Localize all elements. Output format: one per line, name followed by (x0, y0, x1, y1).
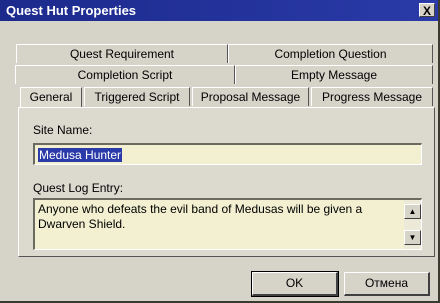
quest-log-text: Anyone who defeats the evil band of Medu… (38, 202, 363, 231)
dialog-window: Quest Hut Properties X Quest Requirement… (0, 0, 440, 303)
close-button[interactable]: X (419, 3, 435, 18)
quest-log-scrollbar[interactable]: ▲ ▼ (404, 200, 421, 249)
site-name-input[interactable]: Medusa Hunter (33, 143, 422, 165)
window-title: Quest Hut Properties (6, 3, 137, 18)
tab-progress-message[interactable]: Progress Message (311, 87, 433, 106)
tab-proposal-message[interactable]: Proposal Message (192, 87, 309, 106)
site-name-value: Medusa Hunter (38, 148, 123, 162)
tab-triggered-script[interactable]: Triggered Script (84, 87, 190, 106)
scroll-up-icon[interactable]: ▲ (404, 204, 421, 219)
general-panel: Site Name: Medusa Hunter Quest Log Entry… (18, 107, 435, 257)
title-bar[interactable]: Quest Hut Properties X (0, 0, 438, 21)
tab-quest-requirement[interactable]: Quest Requirement (16, 44, 228, 63)
tab-completion-question[interactable]: Completion Question (228, 44, 433, 63)
tab-completion-script[interactable]: Completion Script (15, 65, 235, 84)
tab-empty-message[interactable]: Empty Message (235, 65, 433, 84)
cancel-button[interactable]: Отмена (344, 272, 430, 296)
quest-log-textarea[interactable]: Anyone who defeats the evil band of Medu… (33, 198, 422, 250)
ok-button[interactable]: OK (251, 271, 339, 297)
scroll-down-icon[interactable]: ▼ (404, 230, 421, 245)
tab-general[interactable]: General (20, 87, 82, 108)
quest-log-label: Quest Log Entry: (33, 181, 124, 195)
site-name-label: Site Name: (33, 123, 93, 137)
